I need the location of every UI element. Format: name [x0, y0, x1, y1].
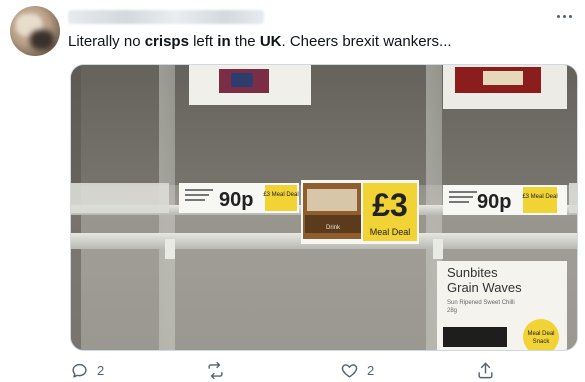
price-left: 90p [219, 189, 253, 211]
retweet-icon [208, 361, 223, 379]
product-title-line2: Grain Waves [447, 280, 522, 295]
more-icon[interactable] [553, 10, 575, 22]
tweet-text-bold: in [217, 33, 231, 50]
tweet-text-part: the [230, 33, 260, 50]
drink-label: Drink [326, 225, 341, 231]
tweet-text: Literally no crisps left in the UK. Chee… [68, 32, 568, 52]
product-subtitle: Sun Ripened Sweet Chilli [447, 300, 515, 306]
share-icon [478, 362, 493, 378]
deal-center: Meal Deal [370, 227, 411, 237]
tweet-text-part: Literally no [68, 33, 145, 50]
tweet-card[interactable]: Literally no crisps left in the UK. Chee… [0, 0, 585, 382]
avatar[interactable] [10, 6, 60, 56]
meal-deal-tag-center: Drink £3 Meal Deal [301, 180, 419, 244]
reply-count: 2 [97, 362, 105, 378]
badge-line2: Snack [533, 339, 551, 345]
product-weight: 28g [447, 308, 457, 314]
deal-left: £3 Meal Deal [263, 192, 298, 198]
product-card-sunbites: Sunbites Grain Waves Sun Ripened Sweet C… [437, 261, 567, 350]
retweet-button[interactable] [206, 360, 233, 380]
tweet-text-part: left [188, 33, 218, 50]
price-center: £3 [372, 187, 408, 223]
tweet-photo[interactable]: 90p £3 Meal Deal Drink £3 Meal Deal 90p … [70, 64, 578, 351]
reply-button[interactable]: 2 [70, 360, 104, 380]
tweet-text-part: . Cheers brexit wankers... [281, 33, 452, 50]
product-title-line1: Sunbites [447, 265, 498, 280]
price-right: 90p [477, 191, 511, 213]
username-redacted [68, 10, 264, 24]
like-count: 2 [367, 362, 375, 378]
share-button[interactable] [476, 360, 495, 380]
like-button[interactable]: 2 [340, 360, 374, 380]
price-tag-left: 90p £3 Meal Deal [179, 183, 299, 213]
tweet-text-bold: crisps [144, 33, 189, 50]
price-tag-right: 90p £3 Meal Deal [443, 185, 567, 215]
reply-icon [72, 363, 87, 378]
like-icon [341, 363, 358, 378]
tweet-text-bold: UK [259, 33, 282, 50]
deal-right: £3 Meal Deal [522, 194, 557, 200]
tweet-actions: 2 2 [70, 360, 540, 380]
badge-line1: Meal Deal [527, 331, 554, 337]
